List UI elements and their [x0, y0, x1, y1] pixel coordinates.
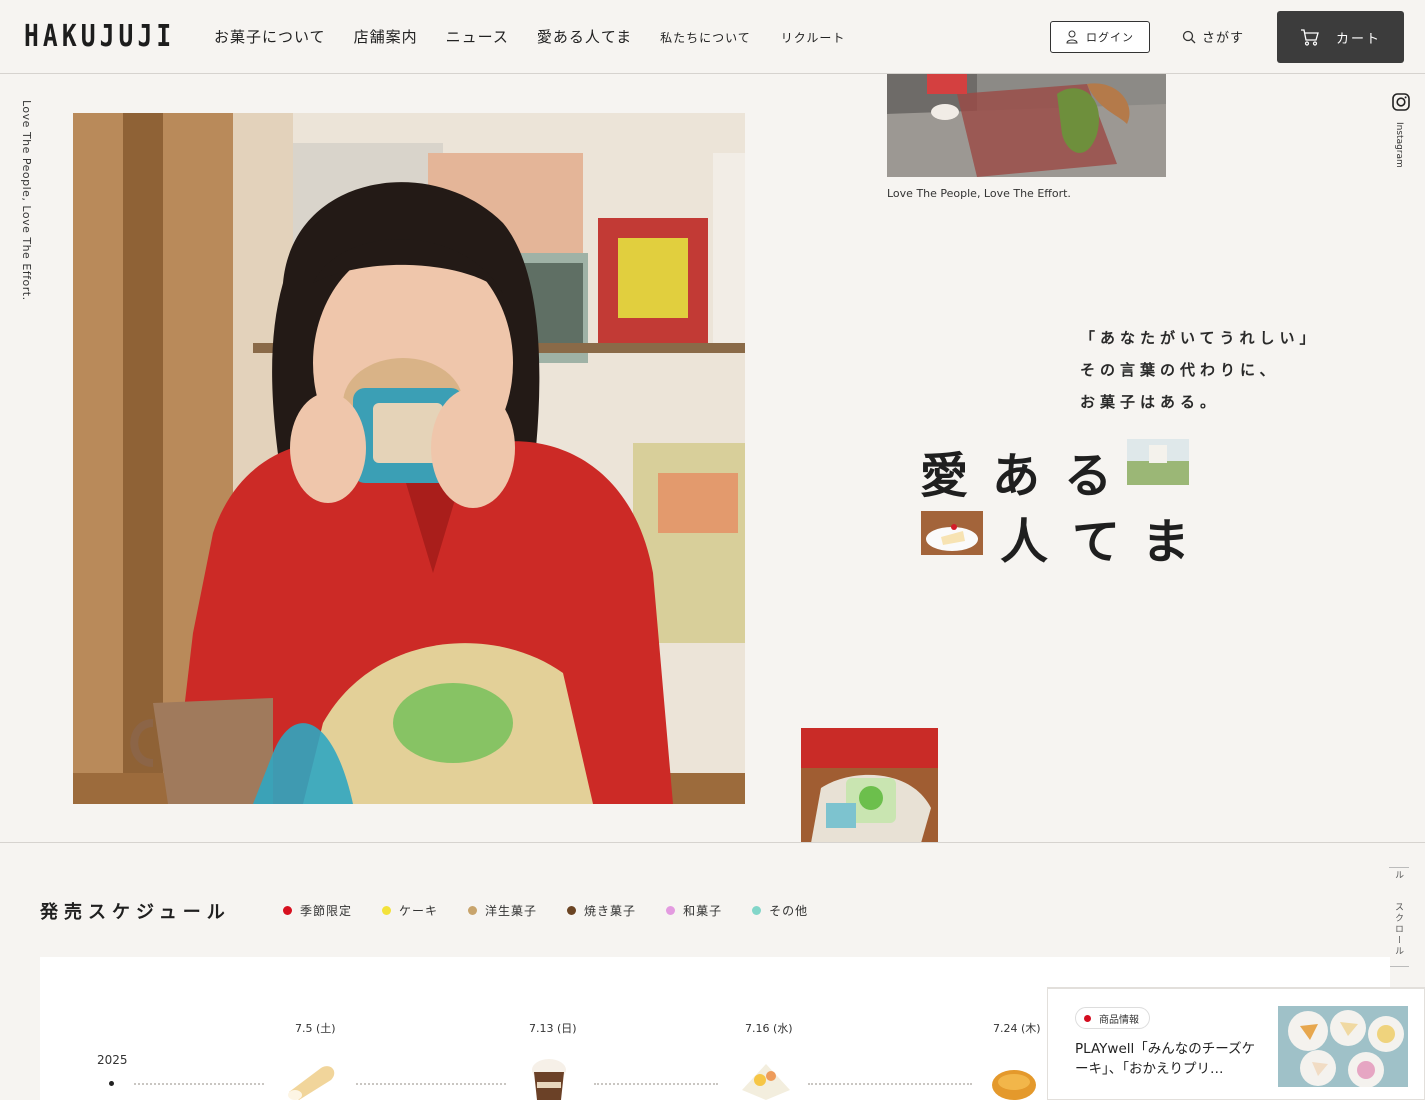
search-button[interactable]: さがす [1182, 27, 1244, 46]
fruit-cake-product[interactable] [738, 1060, 794, 1100]
hero-photo [73, 113, 745, 804]
timeline-dotted-line [356, 1083, 506, 1085]
timeline-dotted-line [134, 1083, 264, 1085]
site-logo[interactable]: HAKUJUJI [24, 19, 175, 54]
timeline-date: 7.24 (木) [993, 1022, 1041, 1035]
timeline-date: 7.5 (土) [295, 1022, 336, 1035]
legend-label: 焼き菓子 [584, 904, 637, 918]
main-nav: お菓子について 店舗案内 ニュース 愛ある人てま 私たちについて リクルート [214, 26, 875, 47]
street-photo [887, 74, 1166, 177]
news-popup[interactable]: 商品情報 PLAYwell「みんなのチーズケーキ」、「おかえりプリ… [1047, 987, 1425, 1100]
field-thumbnail [1127, 439, 1189, 485]
roll-cake-product[interactable] [285, 1062, 339, 1100]
legend-item-cake[interactable]: ケーキ [382, 902, 438, 919]
nav-item-about-sweets[interactable]: お菓子について [214, 26, 326, 47]
legend-dot [666, 906, 676, 915]
legend-item-western-fresh[interactable]: 洋生菓子 [468, 902, 537, 919]
tagline-line: その言葉の代わりに、 [1080, 361, 1280, 379]
site-header: HAKUJUJI お菓子について 店舗案内 ニュース 愛ある人てま 私たちについ… [0, 0, 1425, 74]
news-headline[interactable]: PLAYwell「みんなのチーズケーキ」、「おかえりプリ… [1075, 1039, 1265, 1079]
snack-photo [801, 728, 938, 843]
hero-tagline: 「あなたがいてうれしい」 その言葉の代わりに、 お菓子はある。 [1080, 322, 1320, 418]
news-thumbnail[interactable] [1278, 1006, 1408, 1087]
timeline-dotted-line [808, 1083, 972, 1085]
photo-caption: Love The People, Love The Effort. [887, 187, 1071, 200]
legend-dot [382, 906, 392, 915]
schedule-title: 発売スケジュール [40, 902, 231, 923]
nav-item-aiaru-hitotema[interactable]: 愛ある人てま [537, 26, 632, 47]
nav-item-stores[interactable]: 店舗案内 [354, 26, 418, 47]
login-button[interactable]: ログイン [1050, 21, 1150, 53]
legend-item-wagashi[interactable]: 和菓子 [666, 902, 722, 919]
legend-label: ケーキ [399, 904, 439, 918]
timeline-start-dot [109, 1081, 114, 1086]
timeline-date: 7.16 (水) [745, 1022, 793, 1035]
nav-item-about-us[interactable]: 私たちについて [660, 29, 751, 46]
side-tagline: Love The People, Love The Effort. [20, 100, 33, 301]
scroll-mini-label: ル [1393, 870, 1403, 881]
section-divider [0, 842, 1425, 843]
legend-label: 季節限定 [300, 904, 353, 918]
tagline-line: 「あなたがいてうれしい」 [1080, 329, 1320, 347]
nav-item-news[interactable]: ニュース [446, 26, 509, 47]
timeline-year: 2025 [97, 1053, 128, 1067]
hero-title-line1: 愛ある [920, 448, 1137, 504]
parfait-product[interactable] [528, 1058, 570, 1100]
timeline-dotted-line [594, 1083, 718, 1085]
legend-dot [468, 906, 478, 915]
cake-thumbnail [921, 511, 983, 555]
cart-button[interactable]: カート [1277, 11, 1404, 63]
tagline-line: お菓子はある。 [1080, 393, 1221, 411]
instagram-icon[interactable] [1391, 92, 1411, 112]
legend-item-baked[interactable]: 焼き菓子 [567, 902, 636, 919]
taiyaki-product[interactable] [990, 1063, 1038, 1100]
scroll-indicator[interactable]: ル スクロール [1389, 867, 1409, 967]
badge-dot [1084, 1014, 1091, 1022]
legend-dot [567, 906, 577, 915]
category-legend: 季節限定 ケーキ 洋生菓子 焼き菓子 和菓子 その他 [283, 902, 838, 919]
legend-label: その他 [769, 904, 809, 918]
user-icon [1066, 30, 1078, 44]
cart-icon [1300, 29, 1319, 46]
news-badge-label: 商品情報 [1099, 1014, 1139, 1026]
timeline-date: 7.13 (日) [529, 1022, 577, 1035]
login-label: ログイン [1086, 31, 1134, 44]
scroll-label: スクロール [1393, 902, 1403, 957]
search-label: さがす [1202, 31, 1245, 46]
legend-dot [752, 906, 762, 915]
legend-item-other[interactable]: その他 [752, 902, 808, 919]
hero-title-line2: 人てま [1000, 514, 1214, 570]
cart-label: カート [1335, 31, 1381, 47]
legend-dot [283, 906, 292, 915]
instagram-label[interactable]: Instagram [1394, 122, 1404, 168]
legend-item-seasonal[interactable]: 季節限定 [283, 902, 352, 919]
legend-label: 洋生菓子 [485, 904, 538, 918]
nav-item-recruit[interactable]: リクルート [781, 29, 846, 46]
news-category-badge: 商品情報 [1075, 1007, 1150, 1029]
search-icon [1182, 30, 1196, 43]
legend-label: 和菓子 [683, 904, 723, 918]
